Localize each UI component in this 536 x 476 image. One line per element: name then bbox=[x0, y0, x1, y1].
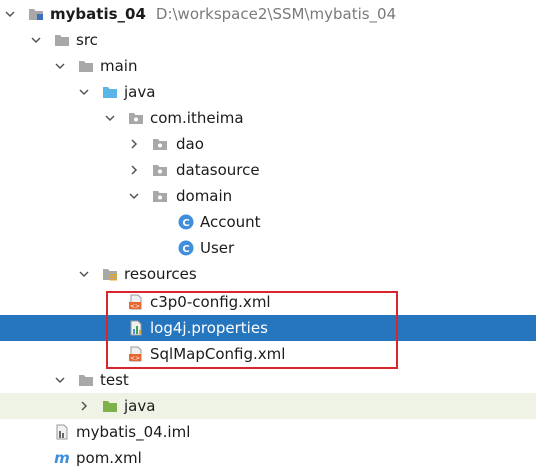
tree-label-src: src bbox=[76, 31, 98, 49]
tree-row-iml[interactable]: mybatis_04.iml bbox=[0, 419, 536, 445]
xml-file-icon: <> bbox=[129, 294, 142, 310]
tree-row-src[interactable]: src bbox=[0, 27, 536, 53]
maven-pom-icon: m bbox=[54, 450, 70, 466]
class-icon: C bbox=[178, 240, 194, 256]
tree-label-iml: mybatis_04.iml bbox=[76, 423, 191, 441]
package-icon bbox=[129, 113, 143, 124]
package-icon bbox=[153, 165, 167, 176]
svg-text:C: C bbox=[182, 218, 189, 229]
chevron-down-icon[interactable] bbox=[104, 112, 116, 124]
properties-file-icon bbox=[130, 320, 142, 336]
chevron-right-icon[interactable] bbox=[128, 164, 140, 176]
folder-icon bbox=[79, 61, 93, 72]
tree-label-pom: pom.xml bbox=[76, 449, 142, 467]
tree-row-test[interactable]: test bbox=[0, 367, 536, 393]
tree-label-domain: domain bbox=[176, 187, 233, 205]
tree-label-java: java bbox=[124, 83, 156, 101]
resources-folder-icon bbox=[103, 269, 117, 281]
tree-label-datasource: datasource bbox=[176, 161, 260, 179]
folder-icon bbox=[79, 375, 93, 386]
project-path: D:\workspace2\SSM\mybatis_04 bbox=[155, 5, 397, 23]
tree-label-user: User bbox=[200, 239, 235, 257]
tree-row-pom[interactable]: m pom.xml bbox=[0, 445, 536, 471]
tree-label-package: com.itheima bbox=[150, 109, 244, 127]
project-tree: mybatis_04 D:\workspace2\SSM\mybatis_04 s… bbox=[0, 0, 536, 476]
svg-text:C: C bbox=[182, 244, 189, 255]
tree-row-sqlmapconfig[interactable]: <> SqlMapConfig.xml bbox=[0, 341, 536, 367]
tree-row-domain[interactable]: domain bbox=[0, 183, 536, 209]
svg-text:<>: <> bbox=[130, 355, 140, 362]
tree-label-account: Account bbox=[200, 213, 261, 231]
tree-label-c3p0-config: c3p0-config.xml bbox=[150, 293, 271, 311]
folder-icon bbox=[29, 9, 43, 20]
tree-label-log4j-properties: log4j.properties bbox=[150, 319, 268, 337]
tree-row-account[interactable]: C Account bbox=[0, 209, 536, 235]
package-icon bbox=[153, 139, 167, 150]
tree-row-java[interactable]: java bbox=[0, 79, 536, 105]
tree-label-resources: resources bbox=[124, 265, 197, 283]
tree-label-dao: dao bbox=[176, 135, 204, 153]
chevron-down-icon[interactable] bbox=[4, 8, 16, 20]
chevron-down-icon[interactable] bbox=[54, 60, 66, 72]
tree-row-main[interactable]: main bbox=[0, 53, 536, 79]
tree-row-user[interactable]: C User bbox=[0, 235, 536, 261]
tree-label-test-java: java bbox=[124, 397, 156, 415]
chevron-down-icon[interactable] bbox=[30, 34, 42, 46]
svg-text:<>: <> bbox=[130, 303, 140, 310]
chevron-right-icon[interactable] bbox=[78, 400, 90, 412]
source-folder-icon bbox=[103, 87, 117, 98]
chevron-right-icon[interactable] bbox=[128, 138, 140, 150]
folder-icon bbox=[55, 35, 69, 46]
tree-row-dao[interactable]: dao bbox=[0, 131, 536, 157]
tree-row-resources[interactable]: resources bbox=[0, 261, 536, 287]
project-name-text: mybatis_04 bbox=[50, 5, 146, 23]
tree-row-datasource[interactable]: datasource bbox=[0, 157, 536, 183]
chevron-down-icon[interactable] bbox=[128, 190, 140, 202]
test-source-folder-icon bbox=[103, 401, 117, 412]
chevron-down-icon[interactable] bbox=[54, 374, 66, 386]
svg-text:m: m bbox=[54, 450, 70, 466]
xml-file-icon: <> bbox=[129, 346, 142, 362]
tree-row-c3p0-config[interactable]: <> c3p0-config.xml bbox=[0, 289, 536, 315]
tree-row-project[interactable]: mybatis_04 D:\workspace2\SSM\mybatis_04 bbox=[0, 1, 536, 27]
tree-label-main: main bbox=[100, 57, 138, 75]
chevron-down-icon[interactable] bbox=[78, 268, 90, 280]
chevron-down-icon[interactable] bbox=[78, 86, 90, 98]
tree-row-test-java[interactable]: java bbox=[0, 393, 536, 419]
tree-label-test: test bbox=[100, 371, 129, 389]
project-name: mybatis_04 D:\workspace2\SSM\mybatis_04 bbox=[50, 4, 396, 24]
iml-file-icon bbox=[56, 424, 68, 440]
tree-row-package[interactable]: com.itheima bbox=[0, 105, 536, 131]
package-icon bbox=[153, 191, 167, 202]
class-icon: C bbox=[178, 214, 194, 230]
tree-label-sqlmapconfig: SqlMapConfig.xml bbox=[150, 345, 286, 363]
tree-row-log4j-properties[interactable]: log4j.properties bbox=[0, 315, 536, 341]
